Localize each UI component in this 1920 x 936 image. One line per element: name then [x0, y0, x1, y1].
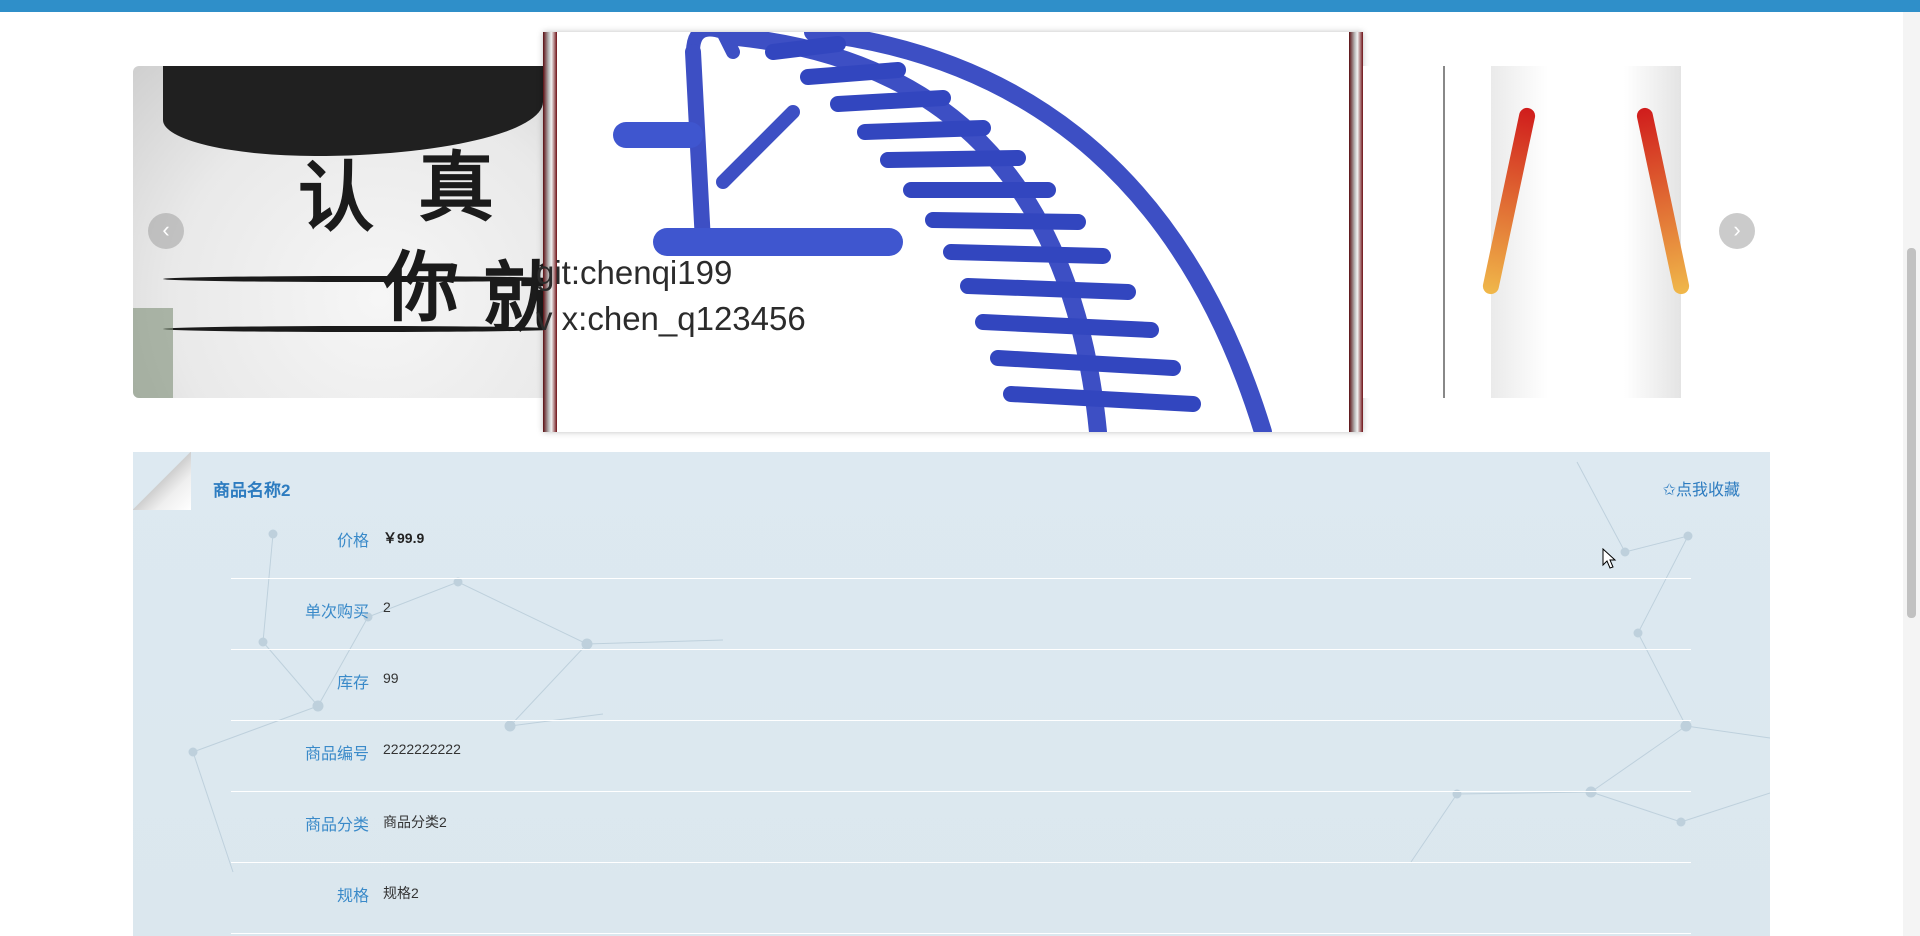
slide-divider — [1443, 66, 1445, 398]
carousel-next-button[interactable]: › — [1719, 213, 1755, 249]
carousel-slide-basketball: 认 真 你 就 — [133, 66, 543, 398]
favorite-button[interactable]: ✩点我收藏 — [1663, 476, 1740, 500]
product-title: 商品名称2 — [213, 481, 291, 500]
jersey-stripe — [1481, 106, 1537, 296]
row-value: 规格2 — [383, 885, 419, 901]
watermark-git: git:chenqi199 — [536, 254, 733, 291]
situp-bench-image — [613, 32, 1272, 432]
chevron-right-icon: › — [1733, 217, 1741, 242]
bench-rungs — [765, 36, 1201, 412]
carousel-slide-situp-bench — [543, 32, 1363, 432]
slide-background-foliage — [133, 308, 173, 398]
row-value: 2 — [383, 599, 391, 615]
detail-row-category: 商品分类 商品分类2 — [231, 791, 1691, 863]
carousel-prev-button[interactable]: ‹ — [148, 213, 184, 249]
basketball-char: 就 — [483, 253, 543, 342]
row-value: ￥99.9 — [383, 530, 425, 546]
row-value: 99 — [383, 670, 399, 686]
row-label: 商品分类 — [304, 817, 369, 834]
row-label: 价格 — [336, 533, 369, 550]
product-detail-panel: 商品名称2 ✩点我收藏 价格 ￥99.9 单次购买 2 库存 99 商品编号 2… — [133, 452, 1770, 936]
chevron-left-icon: ‹ — [162, 217, 170, 242]
slide-frame-right — [1349, 32, 1363, 432]
detail-row-purchase-limit: 单次购买 2 — [231, 578, 1691, 650]
scrollbar-thumb[interactable] — [1907, 248, 1916, 618]
corner-fold — [133, 452, 191, 510]
detail-row-price: 价格 ￥99.9 — [231, 507, 1691, 579]
row-label: 规格 — [336, 888, 369, 905]
carousel-slide-jersey — [1363, 66, 1770, 398]
row-label: 商品编号 — [304, 746, 369, 763]
row-value: 2222222222 — [383, 741, 461, 757]
mouse-cursor-icon — [1602, 548, 1617, 569]
detail-row-spec: 规格 规格2 — [231, 862, 1691, 934]
image-carousel[interactable]: 认 真 你 就 ‹ › git:chenqi199 v x:chen_q1234… — [133, 32, 1770, 432]
row-value: 商品分类2 — [383, 814, 447, 830]
slide-frame-left — [543, 32, 557, 432]
jersey-stripe — [1635, 106, 1691, 296]
jersey-image — [1481, 66, 1691, 398]
top-bar — [0, 0, 1920, 12]
row-label: 单次购买 — [304, 604, 369, 621]
row-label: 库存 — [336, 675, 369, 692]
basketball-char: 真 — [418, 143, 494, 232]
detail-row-product-code: 商品编号 2222222222 — [231, 720, 1691, 792]
basketball-char: 认 — [298, 153, 374, 242]
detail-row-stock: 库存 99 — [231, 649, 1691, 721]
watermark-wechat: v x:chen_q123456 — [536, 300, 806, 337]
basketball-char: 你 — [383, 243, 459, 332]
page-scrollbar[interactable] — [1903, 12, 1920, 936]
